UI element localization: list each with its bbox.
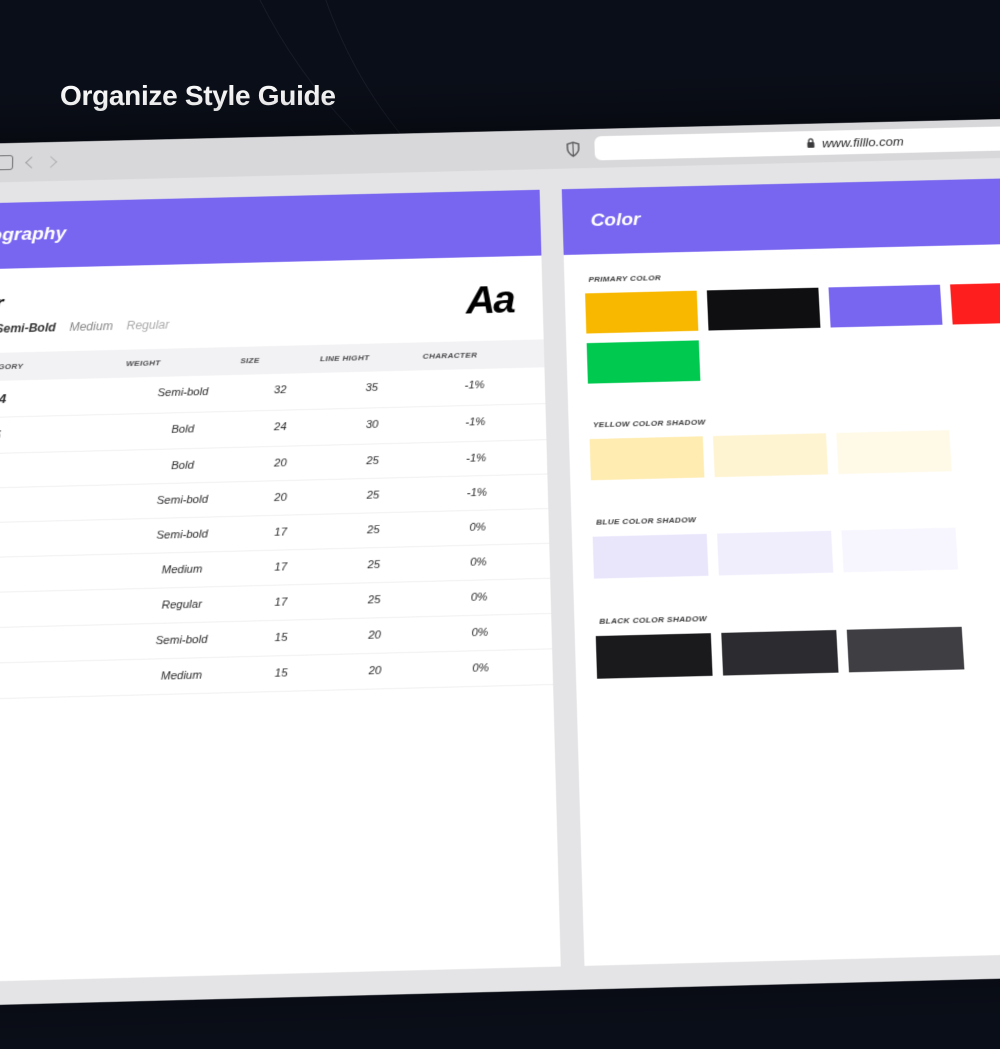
line-height-cell: 25 [321,523,425,538]
color-header: Color [561,174,1000,255]
sidebar-toggle-icon[interactable] [0,155,13,170]
font-sample: Aa [465,279,514,323]
character-cell: 0% [427,590,532,605]
scale-category: eading 6 [0,461,125,477]
line-height-cell: 35 [320,381,423,398]
privacy-shield-icon[interactable] [565,141,580,157]
color-section: BLUE COLOR SHADOW [570,481,1000,595]
size-cell: 17 [240,526,321,540]
typography-table: SCALE CATEGORY WEIGHT SIZE LINE HIGHT CH… [0,339,553,701]
color-swatch[interactable] [585,291,698,334]
size-cell: 20 [240,491,321,505]
color-swatch[interactable] [717,531,833,576]
color-swatch[interactable] [828,285,942,328]
color-swatch[interactable] [589,436,704,480]
size-cell: 17 [240,596,322,610]
color-swatch[interactable] [713,433,828,477]
line-height-cell: 20 [322,628,427,643]
character-cell: 0% [428,661,534,676]
page-title: Organize Style Guide [60,80,336,112]
weight-cell: Semi-bold [123,633,240,648]
color-section: BLACK COLOR SHADOW [573,579,1000,695]
scale-category: Heading 4 [0,388,126,407]
weight-cell: Semi-bold [124,528,240,543]
size-cell: 15 [240,631,322,645]
weight-cell: Medium [123,668,240,683]
scale-category [0,531,124,548]
scale-category [0,565,124,582]
scale-category [0,601,124,618]
character-cell: -1% [424,415,528,431]
color-section: YELLOW COLOR SHADOW [568,384,1000,496]
forward-icon[interactable] [44,156,57,168]
typography-panel: Typography Inter Bold Semi-Bold Medium R… [0,190,560,984]
size-cell: 20 [240,457,321,471]
color-swatch[interactable] [586,340,700,383]
scale-category [0,671,123,688]
size-cell: 32 [240,383,320,400]
scale-category: ing 6 [0,496,125,512]
color-swatch[interactable] [592,534,708,579]
url-text: www.filllo.com [822,134,904,150]
character-cell: 0% [426,555,531,570]
page-content: Typography Inter Bold Semi-Bold Medium R… [0,153,1000,1008]
character-cell: 0% [425,520,529,535]
line-height-cell: 25 [321,488,425,502]
character-cell: -1% [425,486,529,500]
browser-window: www.filllo.com Typography Inter Bold Sem… [0,115,1000,1008]
font-name: Inter [0,287,180,317]
line-height-cell: 30 [321,418,424,434]
character-cell: -1% [424,451,528,465]
scale-category: Heading 5 [0,425,125,443]
size-cell: 24 [240,420,320,436]
line-height-cell: 20 [322,664,428,679]
color-swatch[interactable] [950,282,1000,325]
character-cell: 0% [427,626,532,641]
address-bar[interactable]: www.filllo.com [594,124,1000,161]
size-cell: 15 [240,666,322,680]
color-swatch[interactable] [841,528,958,573]
scale-category [0,636,123,653]
weight-cell: Bold [125,422,240,439]
weight-cell: Medium [124,563,240,578]
color-section: PRIMARY COLOR [563,240,1000,400]
font-weights: Bold Semi-Bold Medium Regular [0,318,180,337]
line-height-cell: 25 [321,558,426,573]
color-swatch[interactable] [595,633,712,679]
color-panel: Color PRIMARY COLORYELLOW COLOR SHADOWBL… [561,174,1000,966]
color-swatch[interactable] [721,630,838,676]
color-swatch[interactable] [836,430,952,474]
lock-icon [806,137,817,148]
line-height-cell: 25 [322,593,427,608]
color-swatch[interactable] [846,627,964,673]
weight-cell: Semi-bold [126,385,241,402]
back-icon[interactable] [25,156,38,168]
weight-cell: Semi-bold [125,493,241,508]
size-cell: 17 [240,560,321,574]
weight-cell: Bold [125,459,240,474]
weight-cell: Regular [123,598,240,613]
color-swatch[interactable] [706,288,820,331]
character-cell: -1% [423,378,526,395]
line-height-cell: 25 [321,454,425,468]
